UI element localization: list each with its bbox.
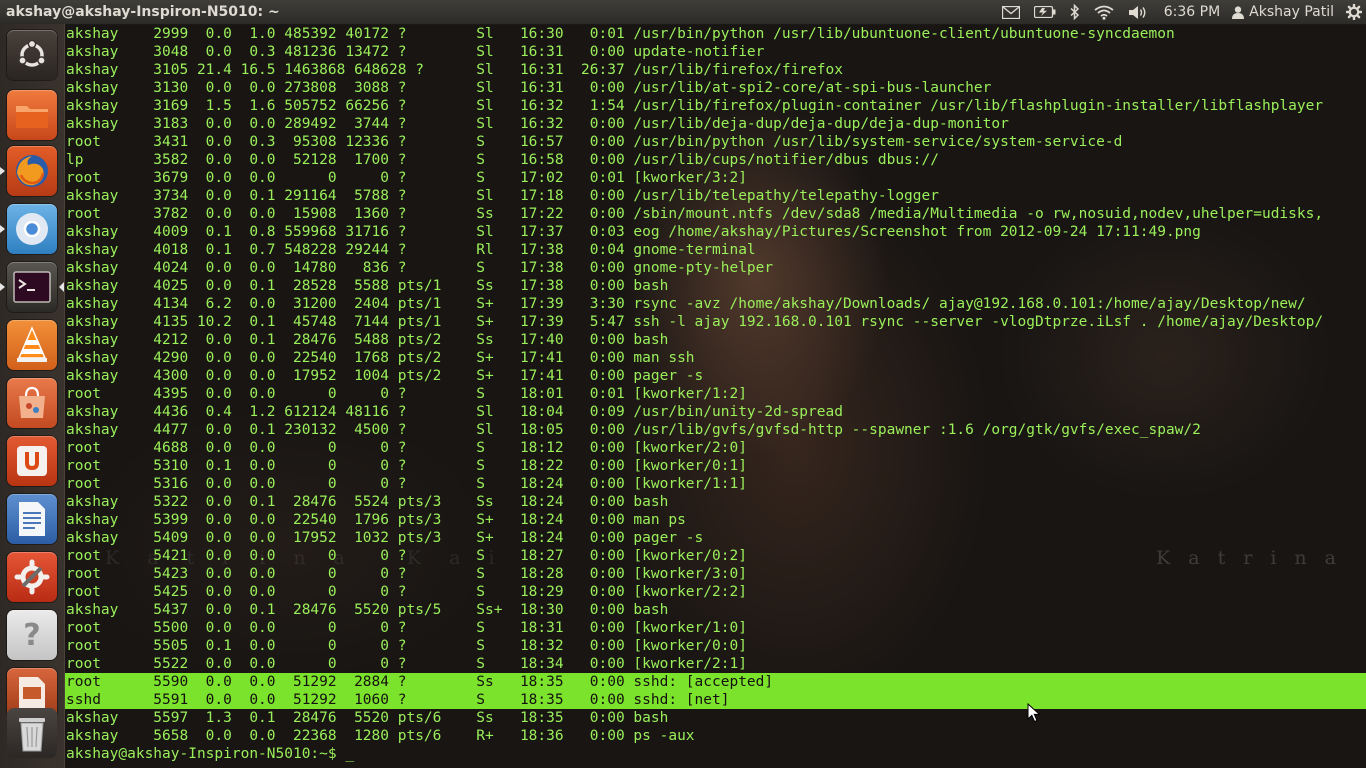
ps-output-line: akshay 4025 0.0 0.1 28528 5588 pts/1 Ss …: [66, 278, 669, 294]
libreoffice-writer-icon[interactable]: [7, 494, 57, 544]
ps-output-line: akshay 4436 0.4 1.2 612124 48116 ? Sl 18…: [66, 404, 843, 420]
window-title: akshay@akshay-Inspiron-N5010: ~: [6, 4, 280, 20]
ps-output-line: akshay 5658 0.0 0.0 22368 1280 pts/6 R+ …: [66, 728, 695, 744]
ps-output-line: akshay 3183 0.0 0.0 289492 3744 ? Sl 16:…: [66, 116, 1009, 132]
ps-output-line: root 5590 0.0 0.0 51292 2884 ? Ss 18:35 …: [65, 673, 1366, 691]
session-gear-icon[interactable]: [1346, 0, 1362, 24]
ps-output-line: root 5425 0.0 0.0 0 0 ? S 18:29 0:00 [kw…: [66, 584, 747, 600]
ps-output-line: akshay 4024 0.0 0.0 14780 836 ? S 17:38 …: [66, 260, 774, 276]
mail-icon[interactable]: [1001, 0, 1020, 24]
battery-icon[interactable]: [1033, 0, 1056, 24]
user-menu[interactable]: Akshay Patil: [1232, 0, 1334, 24]
volume-icon[interactable]: [1128, 0, 1148, 24]
top-panel: akshay@akshay-Inspiron-N5010: ~ 6:36 PM …: [0, 0, 1366, 25]
terminal-icon[interactable]: [0, 262, 64, 312]
software-center-icon[interactable]: [7, 378, 57, 428]
ps-output: akshay 2999 0.0 1.0 485392 40172 ? Sl 16…: [65, 25, 1366, 745]
ps-output-line: akshay 2999 0.0 1.0 485392 40172 ? Sl 16…: [66, 26, 1175, 42]
ps-output-line: root 4395 0.0 0.0 0 0 ? S 18:01 0:01 [kw…: [66, 386, 747, 402]
ps-output-line: akshay 4477 0.0 0.1 230132 4500 ? Sl 18:…: [66, 422, 1201, 438]
ps-output-line: akshay 4009 0.1 0.8 559968 31716 ? Sl 17…: [66, 224, 1201, 240]
ps-output-line: akshay 3130 0.0 0.0 273808 3088 ? Sl 16:…: [66, 80, 992, 96]
ubuntu-one-icon[interactable]: [7, 436, 57, 486]
ps-output-line: sshd 5591 0.0 0.0 51292 1060 ? S 18:35 0…: [65, 691, 1366, 709]
ps-output-line: akshay 4290 0.0 0.0 22540 1768 pts/2 S+ …: [66, 350, 695, 366]
ps-output-line: root 5500 0.0 0.0 0 0 ? S 18:31 0:00 [kw…: [66, 620, 747, 636]
shell-prompt: akshay@akshay-Inspiron-N5010:~$: [66, 746, 346, 762]
ps-output-line: root 5505 0.1 0.0 0 0 ? S 18:32 0:00 [kw…: [66, 638, 747, 654]
ps-output-line: root 3431 0.0 0.3 95308 12336 ? S 16:57 …: [66, 134, 1123, 150]
home-folder-icon[interactable]: [7, 90, 57, 140]
ps-output-line: akshay 5322 0.0 0.1 28476 5524 pts/3 Ss …: [66, 494, 669, 510]
svg-text:?: ?: [23, 618, 40, 653]
unity-launcher: ?: [0, 24, 65, 768]
ps-output-line: root 3782 0.0 0.0 15908 1360 ? Ss 17:22 …: [66, 206, 1324, 222]
ps-output-line: root 5316 0.0 0.0 0 0 ? S 18:24 0:00 [kw…: [66, 476, 747, 492]
ps-output-line: akshay 3048 0.0 0.3 481236 13472 ? Sl 16…: [66, 44, 765, 60]
dash-home-icon[interactable]: [7, 30, 57, 80]
ps-output-line: akshay 3734 0.0 0.1 291164 5788 ? Sl 17:…: [66, 188, 939, 204]
help-icon[interactable]: ?: [7, 610, 57, 660]
clock[interactable]: 6:36 PM: [1164, 0, 1220, 24]
system-settings-icon[interactable]: [7, 552, 57, 602]
trash-icon[interactable]: [7, 708, 57, 758]
ps-output-line: akshay 3105 21.4 16.5 1463868 648628 ? S…: [66, 62, 843, 78]
ps-output-line: akshay 4134 6.2 0.0 31200 2404 pts/1 S+ …: [66, 296, 1306, 312]
ps-output-line: akshay 5409 0.0 0.0 17952 1032 pts/3 S+ …: [66, 530, 704, 546]
ps-output-line: akshay 5597 1.3 0.1 28476 5520 pts/6 Ss …: [66, 710, 669, 726]
indicator-area: 6:36 PM Akshay Patil: [988, 0, 1362, 24]
shell-prompt-line[interactable]: akshay@akshay-Inspiron-N5010:~$ _: [65, 745, 354, 763]
ps-output-line: akshay 4018 0.1 0.7 548228 29244 ? Rl 17…: [66, 242, 756, 258]
ps-output-line: root 5421 0.0 0.0 0 0 ? S 18:27 0:00 [kw…: [66, 548, 747, 564]
ps-output-line: akshay 5437 0.0 0.1 28476 5520 pts/5 Ss+…: [66, 602, 669, 618]
ps-output-line: akshay 4135 10.2 0.1 45748 7144 pts/1 S+…: [66, 314, 1324, 330]
wifi-icon[interactable]: [1094, 0, 1114, 24]
ps-output-line: lp 3582 0.0 0.0 52128 1700 ? S 16:58 0:0…: [66, 152, 939, 168]
chromium-icon[interactable]: [0, 204, 57, 254]
mouse-pointer-icon: [1027, 703, 1041, 723]
ps-output-line: akshay 4300 0.0 0.0 17952 1004 pts/2 S+ …: [66, 368, 704, 384]
bluetooth-icon[interactable]: [1070, 0, 1080, 24]
ps-output-line: root 5423 0.0 0.0 0 0 ? S 18:28 0:00 [kw…: [66, 566, 747, 582]
ps-output-line: akshay 4212 0.0 0.1 28476 5488 pts/2 Ss …: [66, 332, 669, 348]
ps-output-line: root 5310 0.1 0.0 0 0 ? S 18:22 0:00 [kw…: [66, 458, 747, 474]
terminal-window[interactable]: Katrina Kai Katrina akshay 2999 0.0 1.0 …: [65, 25, 1366, 768]
user-name: Akshay Patil: [1249, 4, 1334, 20]
vlc-icon[interactable]: [7, 320, 57, 370]
ps-output-line: root 5522 0.0 0.0 0 0 ? S 18:34 0:00 [kw…: [66, 656, 747, 672]
ps-output-line: root 4688 0.0 0.0 0 0 ? S 18:12 0:00 [kw…: [66, 440, 747, 456]
firefox-icon[interactable]: [0, 146, 57, 196]
user-icon: [1232, 5, 1245, 19]
ps-output-line: akshay 5399 0.0 0.0 22540 1796 pts/3 S+ …: [66, 512, 686, 528]
ps-output-line: root 3679 0.0 0.0 0 0 ? S 17:02 0:01 [kw…: [66, 170, 747, 186]
text-cursor: _: [345, 746, 355, 762]
ps-output-line: akshay 3169 1.5 1.6 505752 66256 ? Sl 16…: [66, 98, 1324, 114]
